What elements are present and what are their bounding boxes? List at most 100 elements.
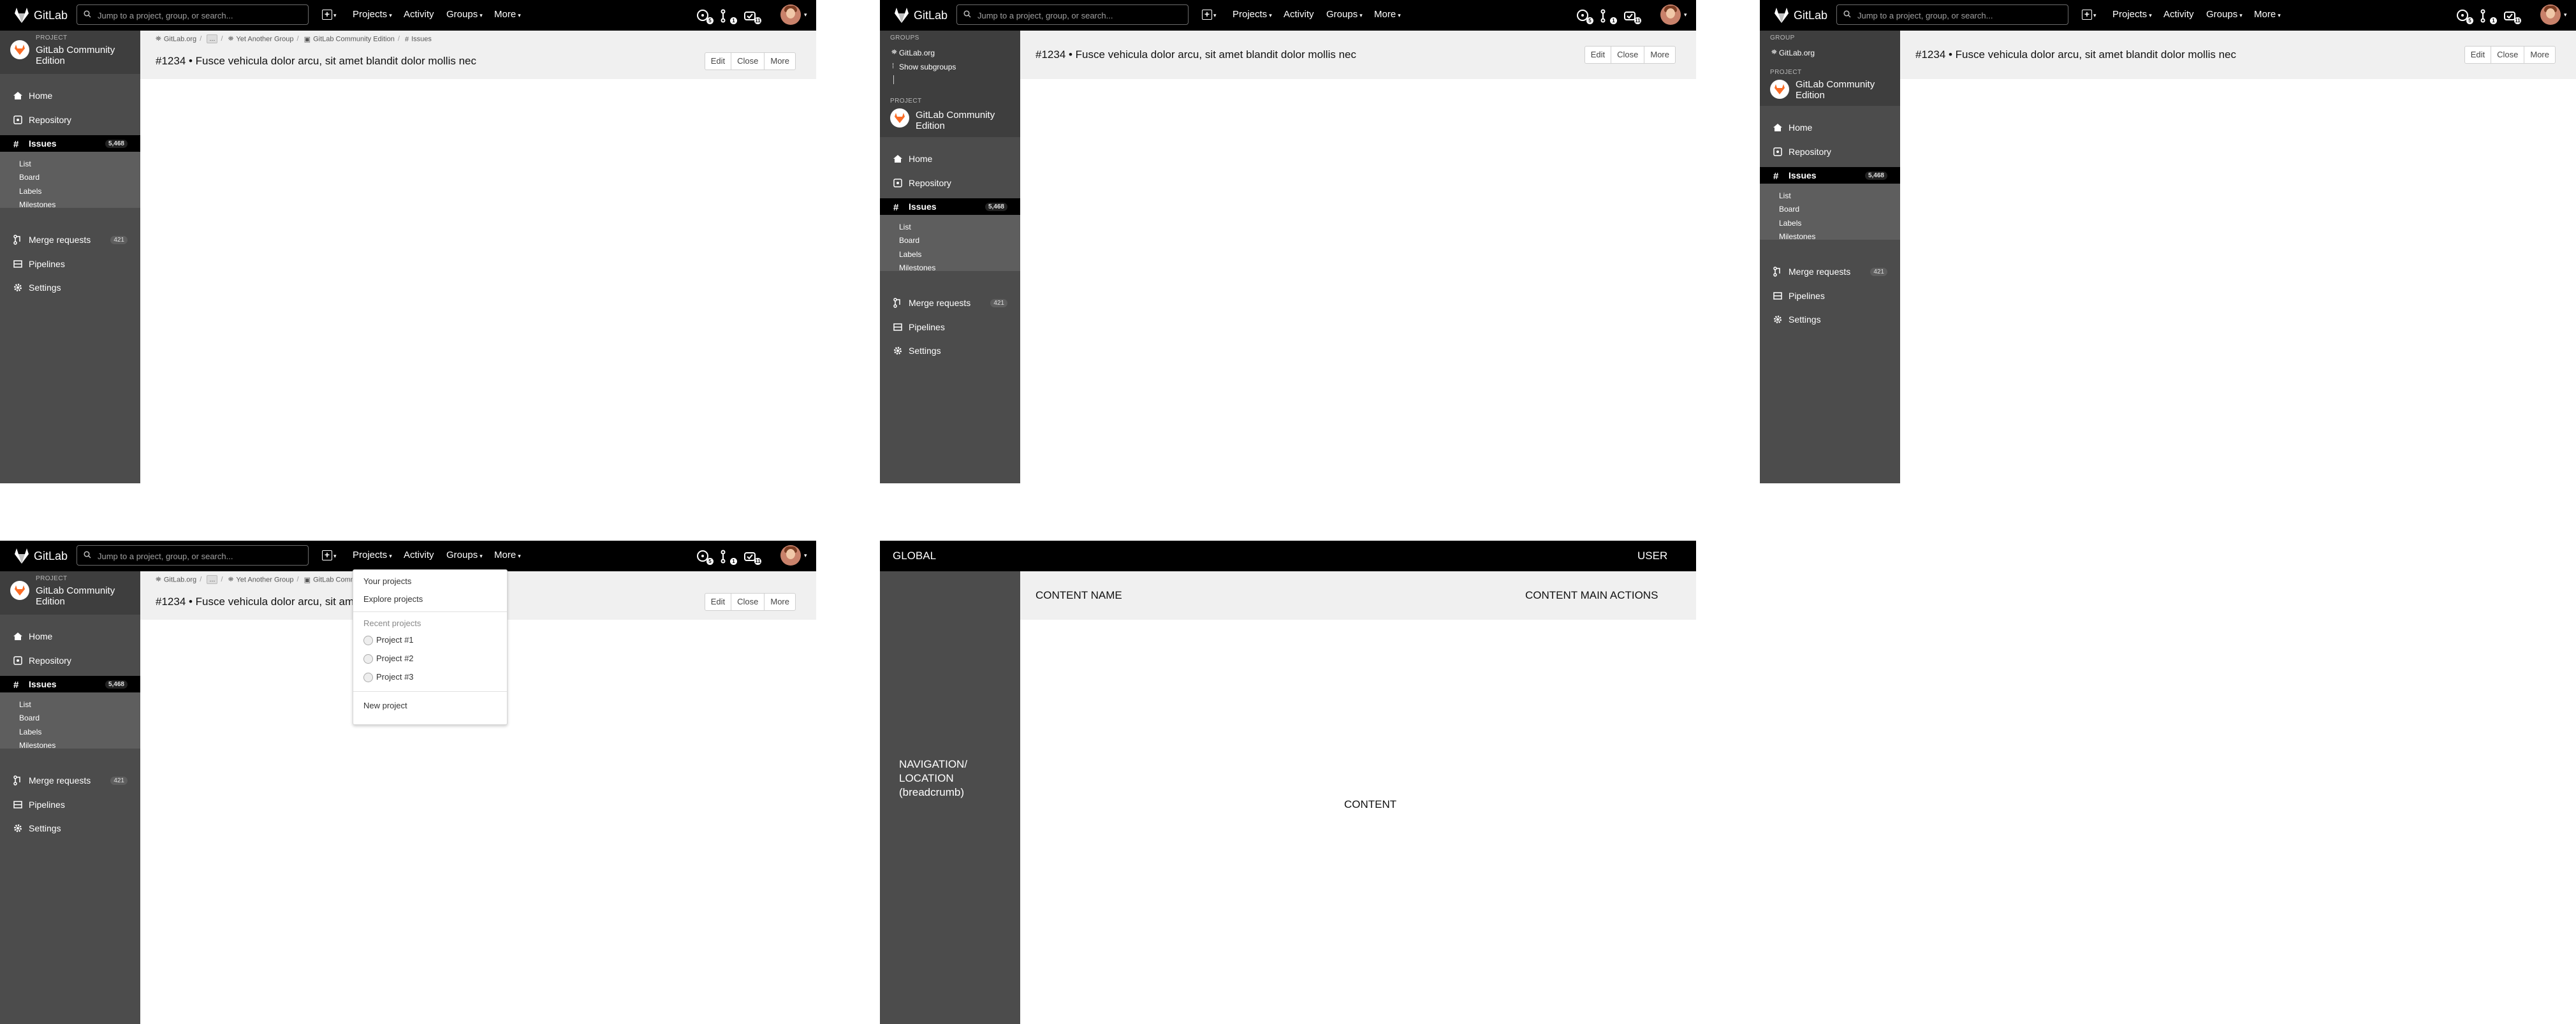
sidebar-item-home[interactable]: Home <box>0 628 140 645</box>
subnav-board[interactable]: Board <box>1779 205 1799 214</box>
close-issue-button[interactable]: Close <box>1611 46 1645 64</box>
gitlab-logo-icon[interactable] <box>893 7 911 24</box>
nav-more[interactable]: More ▾ <box>1374 9 1401 21</box>
merge-requests-nav-icon[interactable]: 1 <box>1599 8 1617 24</box>
sidebar-item-repository[interactable]: Repository <box>0 112 140 128</box>
group-name[interactable]: GitLab.org <box>1779 48 1815 57</box>
more-actions-button[interactable]: More <box>2524 46 2556 64</box>
search-box[interactable] <box>77 4 309 25</box>
close-issue-button[interactable]: Close <box>731 52 765 70</box>
merge-requests-nav-icon[interactable]: 1 <box>719 8 737 24</box>
nav-activity[interactable]: Activity <box>404 9 434 20</box>
search-box[interactable] <box>956 4 1189 25</box>
sidebar-item-pipelines[interactable]: Pipelines <box>880 319 1020 335</box>
chevron-down-icon[interactable]: ▾ <box>2564 11 2567 18</box>
sidebar-item-settings[interactable]: Settings <box>0 279 140 296</box>
nav-activity[interactable]: Activity <box>2163 9 2194 20</box>
recent-project-item[interactable]: Project #3 <box>363 672 414 683</box>
nav-more[interactable]: More ▾ <box>2254 9 2281 21</box>
search-input[interactable] <box>96 7 303 24</box>
nav-activity[interactable]: Activity <box>1284 9 1314 20</box>
nav-groups[interactable]: Groups ▾ <box>446 9 483 21</box>
subnav-labels[interactable]: Labels <box>19 728 41 736</box>
subnav-milestones[interactable]: Milestones <box>899 263 935 272</box>
sidebar-item-settings[interactable]: Settings <box>1760 311 1900 328</box>
search-box[interactable] <box>1836 4 2068 25</box>
sidebar-item-issues[interactable]: # Issues 5,468 <box>1760 167 1900 184</box>
nav-more[interactable]: More ▾ <box>494 550 521 562</box>
more-actions-button[interactable]: More <box>764 593 796 611</box>
more-actions-button[interactable]: More <box>764 52 796 70</box>
sidebar-item-home[interactable]: Home <box>880 150 1020 167</box>
chevron-down-icon[interactable]: ▾ <box>804 552 807 559</box>
context-name-line2[interactable]: Edition <box>36 55 65 66</box>
new-dropdown-button[interactable]: + ▾ <box>1202 9 1217 20</box>
breadcrumb-ellipsis[interactable]: ... <box>207 34 218 44</box>
subnav-list[interactable]: List <box>19 700 31 709</box>
nav-activity[interactable]: Activity <box>404 550 434 561</box>
breadcrumb-group[interactable]: Yet Another Group <box>236 576 293 583</box>
user-avatar[interactable] <box>1660 4 1681 25</box>
menu-item-your-projects[interactable]: Your projects <box>363 576 411 586</box>
menu-item-new-project[interactable]: New project <box>363 701 407 710</box>
breadcrumb-gitlab[interactable]: GitLab.org <box>164 35 196 43</box>
recent-project-item[interactable]: Project #2 <box>363 654 414 664</box>
sidebar-item-settings[interactable]: Settings <box>0 820 140 837</box>
search-input[interactable] <box>1856 7 2063 24</box>
recent-project-item[interactable]: Project #1 <box>363 635 414 646</box>
new-dropdown-button[interactable]: + ▾ <box>322 9 337 20</box>
subnav-list[interactable]: List <box>19 159 31 168</box>
sidebar-item-pipelines[interactable]: Pipelines <box>0 796 140 813</box>
sidebar-item-merge-requests[interactable]: Merge requests 421 <box>0 231 140 248</box>
nav-groups[interactable]: Groups ▾ <box>446 550 483 562</box>
nav-projects[interactable]: Projects ▾ <box>353 550 392 562</box>
user-avatar[interactable] <box>780 545 801 566</box>
nav-groups[interactable]: Groups ▾ <box>2206 9 2243 21</box>
breadcrumb-project[interactable]: GitLab Community Edition <box>313 35 395 43</box>
subnav-board[interactable]: Board <box>19 713 40 722</box>
todos-nav-icon[interactable]: 11 <box>2503 8 2521 24</box>
edit-button[interactable]: Edit <box>704 52 732 70</box>
new-dropdown-button[interactable]: + ▾ <box>2082 9 2097 20</box>
sidebar-item-merge-requests[interactable]: Merge requests 421 <box>880 295 1020 311</box>
sidebar-item-home[interactable]: Home <box>0 87 140 104</box>
context-name-line2[interactable]: Edition <box>1796 90 1825 101</box>
group-name[interactable]: GitLab.org <box>899 48 935 57</box>
close-issue-button[interactable]: Close <box>731 593 765 611</box>
issues-nav-icon[interactable]: 5 <box>695 8 714 24</box>
subnav-milestones[interactable]: Milestones <box>19 741 55 750</box>
search-input[interactable] <box>976 7 1183 24</box>
nav-projects[interactable]: Projects ▾ <box>1233 9 1272 21</box>
edit-button[interactable]: Edit <box>1584 46 1612 64</box>
sidebar-item-issues[interactable]: # Issues 5,468 <box>0 676 140 692</box>
sidebar-item-home[interactable]: Home <box>1760 119 1900 136</box>
context-name-line1[interactable]: GitLab Community <box>1796 79 1875 90</box>
nav-projects[interactable]: Projects ▾ <box>2112 9 2152 21</box>
nav-more[interactable]: More ▾ <box>494 9 521 21</box>
sidebar-item-repository[interactable]: Repository <box>0 652 140 669</box>
nav-projects[interactable]: Projects ▾ <box>353 9 392 21</box>
chevron-down-icon[interactable]: ▾ <box>804 11 807 18</box>
brand-name[interactable]: GitLab <box>34 9 68 22</box>
sidebar-item-issues[interactable]: # Issues 5,468 <box>880 198 1020 215</box>
brand-name[interactable]: GitLab <box>914 9 948 22</box>
sidebar-item-repository[interactable]: Repository <box>880 175 1020 191</box>
subnav-labels[interactable]: Labels <box>19 187 41 196</box>
edit-button[interactable]: Edit <box>704 593 732 611</box>
subnav-labels[interactable]: Labels <box>1779 219 1801 228</box>
more-actions-button[interactable]: More <box>1644 46 1676 64</box>
subnav-labels[interactable]: Labels <box>899 250 921 259</box>
close-issue-button[interactable]: Close <box>2491 46 2525 64</box>
sidebar-item-settings[interactable]: Settings <box>880 342 1020 359</box>
todos-nav-icon[interactable]: 11 <box>743 548 761 565</box>
todos-nav-icon[interactable]: 11 <box>743 8 761 24</box>
subnav-milestones[interactable]: Milestones <box>19 200 55 209</box>
sidebar-item-merge-requests[interactable]: Merge requests 421 <box>0 772 140 789</box>
merge-requests-nav-icon[interactable]: 1 <box>719 548 737 565</box>
subnav-list[interactable]: List <box>899 223 911 231</box>
brand-name[interactable]: GitLab <box>34 550 68 562</box>
context-name-line1[interactable]: GitLab Community <box>36 45 115 55</box>
breadcrumb-gitlab[interactable]: GitLab.org <box>164 576 196 583</box>
merge-requests-nav-icon[interactable]: 1 <box>2478 8 2497 24</box>
subnav-list[interactable]: List <box>1779 191 1791 200</box>
